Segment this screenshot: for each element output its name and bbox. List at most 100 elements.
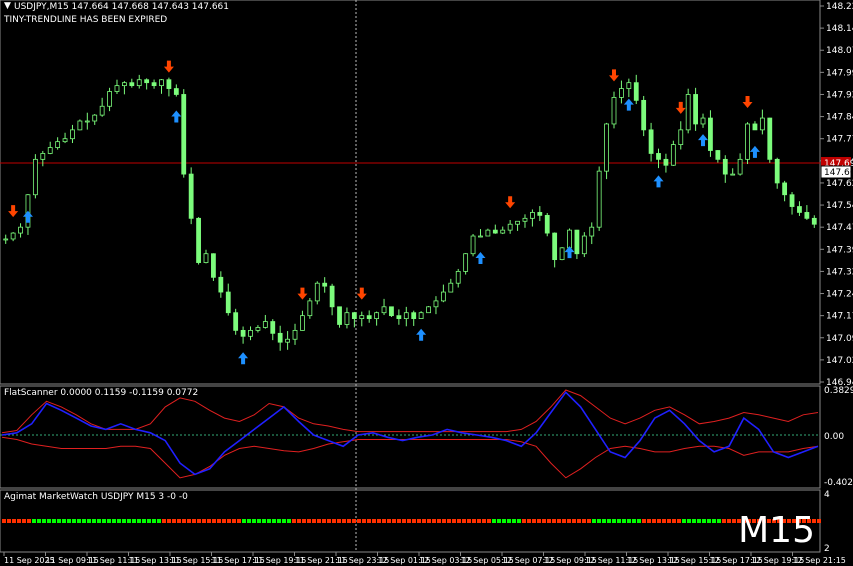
marketwatch-bar: [602, 519, 606, 523]
marketwatch-bar: [717, 519, 721, 523]
candle-body: [670, 144, 676, 166]
main-panel: [0, 0, 821, 385]
price-tick-label: 147.620: [826, 179, 853, 189]
candle-body: [522, 217, 528, 222]
marketwatch-bar: [397, 519, 401, 523]
marketwatch-bar: [407, 519, 411, 523]
price-tick-label: 147.845: [826, 113, 853, 123]
marketwatch-bar: [382, 519, 386, 523]
candle-body: [3, 238, 9, 241]
marketwatch-bar: [677, 519, 681, 523]
marketwatch-bar: [557, 519, 561, 523]
marketwatch-bar: [157, 519, 161, 523]
marketwatch-bar: [542, 519, 546, 523]
marketwatch-bar: [362, 519, 366, 523]
marketwatch-bar: [112, 519, 116, 523]
marketwatch-bar: [327, 519, 331, 523]
price-tick-label: 147.095: [826, 334, 853, 344]
candle-body: [530, 212, 535, 219]
candle-body: [314, 282, 320, 302]
candle-body: [500, 229, 506, 234]
marketwatch-bar: [527, 519, 531, 523]
marketwatch-bar: [492, 519, 496, 523]
candle-body: [811, 217, 817, 225]
candle-body: [32, 158, 38, 196]
marketwatch-bar: [732, 519, 736, 523]
candle-body: [159, 79, 164, 87]
candle-body: [351, 312, 357, 319]
candle-body: [389, 306, 394, 317]
symbol-header: USDJPY,M15 147.664 147.668 147.643 147.6…: [14, 2, 229, 12]
candle-body: [40, 153, 46, 160]
marketwatch-bar: [232, 519, 236, 523]
candle-body: [344, 312, 350, 325]
marketwatch-bar: [307, 519, 311, 523]
candle-body: [62, 138, 68, 143]
marketwatch-bar: [697, 519, 701, 523]
marketwatch-bar: [117, 519, 121, 523]
candle-body: [255, 327, 261, 331]
marketwatch-bar: [217, 519, 221, 523]
current-price-label: 147.661: [824, 168, 853, 178]
candle-body: [767, 117, 773, 160]
candle-body: [774, 158, 780, 184]
marketwatch-bar: [627, 519, 631, 523]
marketwatch-bar: [212, 519, 216, 523]
candle-body: [611, 97, 617, 125]
candle-body: [107, 91, 112, 107]
marketwatch-bar: [302, 519, 306, 523]
candle-body: [300, 315, 305, 331]
price-tick-label: 147.020: [826, 356, 853, 366]
collapse-triangle-icon[interactable]: ▼: [4, 1, 11, 11]
marketwatch-bar: [347, 519, 351, 523]
marketwatch-bar: [712, 519, 716, 523]
marketwatch-bar: [642, 519, 646, 523]
marketwatch-bar: [657, 519, 661, 523]
candle-body: [277, 332, 283, 343]
marketwatch-bar: [242, 519, 246, 523]
marketwatch-bar: [237, 519, 241, 523]
marketwatch-bar: [207, 519, 211, 523]
marketwatch-bar: [17, 519, 21, 523]
trading-chart[interactable]: 148.220 148.145 148.070 147.995 147.920 147.8…: [0, 0, 853, 566]
price-tick-label: 147.995: [826, 68, 853, 78]
marketwatch-bar: [682, 519, 686, 523]
marketwatch-bar: [617, 519, 621, 523]
marketwatch-bar: [532, 519, 536, 523]
marketwatch-bar: [367, 519, 371, 523]
marketwatch-bar: [312, 519, 316, 523]
marketwatch-bar: [7, 519, 11, 523]
candle-body: [166, 79, 172, 89]
candle-body: [633, 82, 639, 101]
marketwatch-bar: [612, 519, 616, 523]
marketwatch-bar: [342, 519, 346, 523]
candle-body: [656, 153, 661, 160]
candle-body: [470, 235, 476, 255]
marketwatch-bar: [137, 519, 141, 523]
candle-body: [122, 82, 127, 87]
marketwatch-bar: [322, 519, 326, 523]
candle-body: [700, 117, 706, 125]
marketwatch-bar: [272, 519, 276, 523]
candle-body: [181, 94, 187, 175]
candle-body: [648, 129, 654, 154]
marketwatch-bar: [622, 519, 626, 523]
marketwatch-bar: [477, 519, 481, 523]
marketwatch-bar: [607, 519, 611, 523]
candle-body: [626, 82, 632, 89]
price-tick-label: 147.395: [826, 245, 853, 255]
marketwatch-bar: [647, 519, 651, 523]
marketwatch-bar: [487, 519, 491, 523]
marketwatch-bar: [277, 519, 281, 523]
candle-body: [366, 315, 372, 319]
candle-body: [381, 306, 387, 314]
marketwatch-bar: [122, 519, 126, 523]
marketwatch-bar: [52, 519, 56, 523]
marketwatch-bar: [352, 519, 356, 523]
candle-body: [203, 253, 209, 263]
candle-body: [678, 129, 684, 146]
marketwatch-bar: [377, 519, 381, 523]
candle-body: [225, 291, 231, 314]
marketwatch-bar: [482, 519, 486, 523]
candle-body: [641, 99, 647, 131]
